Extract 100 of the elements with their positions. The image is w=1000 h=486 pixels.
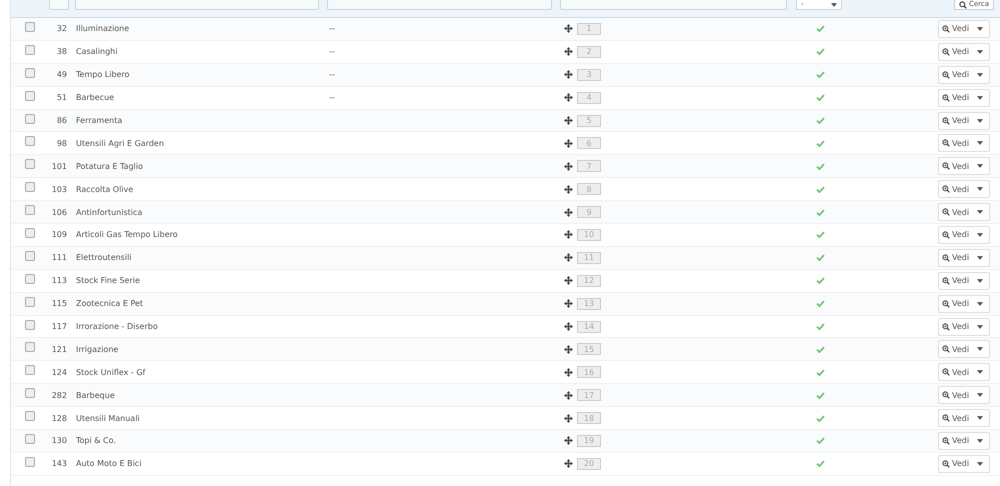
move-icon[interactable] bbox=[564, 116, 573, 125]
view-button[interactable]: Vedi bbox=[939, 184, 972, 194]
move-icon[interactable] bbox=[564, 162, 573, 171]
caret-icon[interactable] bbox=[977, 164, 984, 168]
view-button[interactable]: Vedi bbox=[939, 299, 972, 308]
move-icon[interactable] bbox=[564, 138, 573, 148]
row-checkbox[interactable] bbox=[25, 296, 35, 307]
move-icon[interactable] bbox=[564, 390, 573, 400]
move-icon[interactable] bbox=[564, 322, 573, 332]
move-icon[interactable] bbox=[564, 208, 573, 217]
caret-icon[interactable] bbox=[977, 324, 984, 329]
move-icon[interactable] bbox=[564, 368, 573, 377]
row-checkbox[interactable] bbox=[25, 114, 35, 124]
row-checkbox[interactable] bbox=[25, 205, 35, 216]
position-filter-field[interactable] bbox=[560, 0, 787, 10]
row-checkbox[interactable] bbox=[25, 90, 35, 101]
row-checkbox[interactable] bbox=[25, 411, 35, 422]
check-icon[interactable] bbox=[816, 48, 824, 56]
view-button[interactable]: Vedi bbox=[939, 414, 972, 423]
check-icon[interactable] bbox=[816, 254, 824, 262]
row-checkbox[interactable] bbox=[25, 159, 35, 170]
row-checkbox[interactable] bbox=[25, 68, 35, 78]
check-icon[interactable] bbox=[816, 25, 824, 32]
check-icon[interactable] bbox=[816, 392, 824, 399]
move-icon[interactable] bbox=[564, 253, 573, 262]
check-icon[interactable] bbox=[816, 437, 824, 444]
check-icon[interactable] bbox=[816, 300, 824, 308]
caret-icon[interactable] bbox=[977, 256, 984, 260]
check-icon[interactable] bbox=[816, 71, 824, 78]
view-button[interactable]: Vedi bbox=[939, 436, 972, 446]
caret-icon[interactable] bbox=[977, 50, 984, 54]
row-checkbox[interactable] bbox=[25, 434, 35, 444]
id-filter-field[interactable] bbox=[49, 0, 69, 10]
move-icon[interactable] bbox=[564, 24, 573, 34]
view-button[interactable]: Vedi bbox=[939, 230, 972, 240]
view-button[interactable]: Vedi bbox=[939, 24, 972, 34]
move-icon[interactable] bbox=[564, 459, 573, 468]
caret-icon[interactable] bbox=[977, 210, 984, 214]
move-icon[interactable] bbox=[564, 276, 573, 286]
row-checkbox[interactable] bbox=[25, 44, 35, 55]
check-icon[interactable] bbox=[816, 346, 824, 353]
check-icon[interactable] bbox=[816, 140, 824, 147]
caret-icon[interactable] bbox=[977, 72, 984, 77]
caret-icon[interactable] bbox=[977, 393, 984, 398]
check-icon[interactable] bbox=[816, 414, 824, 422]
check-icon[interactable] bbox=[816, 186, 824, 193]
view-button[interactable]: Vedi bbox=[939, 368, 972, 377]
move-icon[interactable] bbox=[564, 414, 573, 423]
caret-icon[interactable] bbox=[977, 416, 984, 420]
view-button[interactable]: Vedi bbox=[939, 116, 972, 125]
move-icon[interactable] bbox=[564, 436, 573, 446]
caret-icon[interactable] bbox=[977, 438, 984, 443]
check-icon[interactable] bbox=[816, 162, 824, 170]
move-icon[interactable] bbox=[564, 93, 573, 102]
row-checkbox[interactable] bbox=[25, 274, 35, 284]
move-icon[interactable] bbox=[564, 70, 573, 80]
view-button[interactable]: Vedi bbox=[939, 138, 972, 148]
row-checkbox[interactable] bbox=[25, 342, 35, 352]
row-checkbox[interactable] bbox=[25, 320, 35, 330]
view-button[interactable]: Vedi bbox=[939, 253, 972, 262]
view-button[interactable]: Vedi bbox=[939, 390, 972, 400]
caret-icon[interactable] bbox=[977, 26, 984, 31]
view-button[interactable]: Vedi bbox=[939, 47, 972, 56]
caret-icon[interactable] bbox=[977, 187, 984, 192]
check-icon[interactable] bbox=[816, 208, 824, 216]
caret-icon[interactable] bbox=[977, 141, 984, 146]
check-icon[interactable] bbox=[816, 277, 824, 284]
row-checkbox[interactable] bbox=[25, 456, 35, 467]
view-button[interactable]: Vedi bbox=[939, 208, 972, 217]
caret-icon[interactable] bbox=[977, 370, 984, 374]
view-button[interactable]: Vedi bbox=[939, 70, 972, 80]
check-icon[interactable] bbox=[816, 117, 824, 124]
view-button[interactable]: Vedi bbox=[939, 276, 972, 286]
view-button[interactable]: Vedi bbox=[939, 344, 972, 354]
view-button[interactable]: Vedi bbox=[939, 93, 972, 102]
row-checkbox[interactable] bbox=[25, 250, 35, 261]
view-button[interactable]: Vedi bbox=[939, 459, 972, 468]
caret-icon[interactable] bbox=[977, 118, 984, 122]
caret-icon[interactable] bbox=[977, 347, 984, 352]
caret-icon[interactable] bbox=[977, 96, 984, 100]
row-checkbox[interactable] bbox=[25, 228, 35, 238]
row-checkbox[interactable] bbox=[25, 365, 35, 376]
caret-icon[interactable] bbox=[977, 462, 984, 466]
row-checkbox[interactable] bbox=[25, 182, 35, 192]
row-checkbox[interactable] bbox=[25, 388, 35, 398]
check-icon[interactable] bbox=[816, 94, 824, 102]
move-icon[interactable] bbox=[564, 230, 573, 240]
caret-icon[interactable] bbox=[977, 302, 984, 306]
move-icon[interactable] bbox=[564, 299, 573, 308]
check-icon[interactable] bbox=[816, 231, 824, 238]
view-button[interactable]: Vedi bbox=[939, 322, 972, 332]
check-icon[interactable] bbox=[816, 368, 824, 376]
view-button[interactable]: Vedi bbox=[939, 162, 972, 171]
caret-icon[interactable] bbox=[977, 232, 984, 237]
row-checkbox[interactable] bbox=[25, 136, 35, 146]
move-icon[interactable] bbox=[564, 184, 573, 194]
row-checkbox[interactable] bbox=[25, 22, 35, 32]
move-icon[interactable] bbox=[564, 47, 573, 56]
check-icon[interactable] bbox=[816, 460, 824, 468]
name-filter-field[interactable] bbox=[75, 0, 319, 10]
